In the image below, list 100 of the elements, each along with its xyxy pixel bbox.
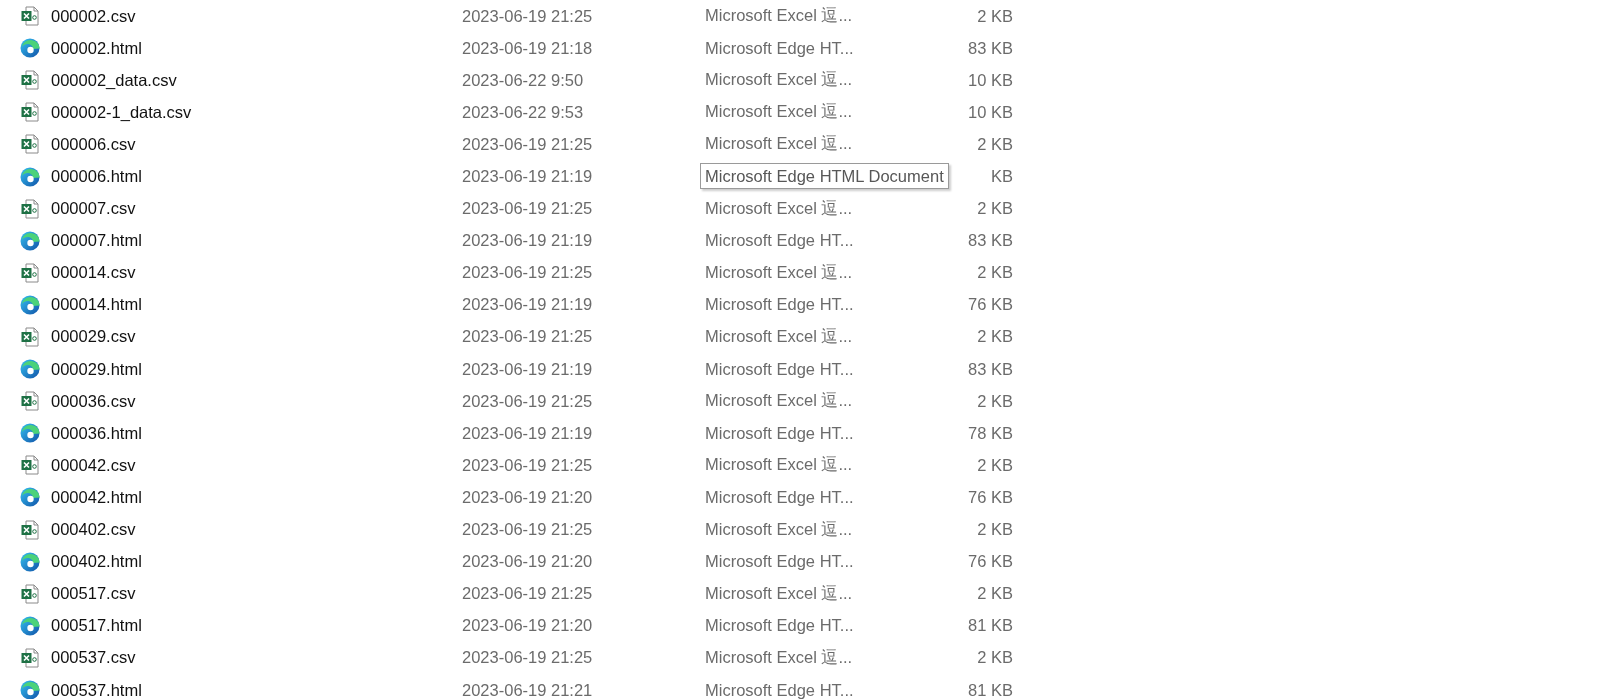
- file-type: Microsoft Edge HT...: [705, 616, 855, 636]
- file-type: Microsoft Excel 逗...: [705, 582, 854, 604]
- modified-date: 2023-06-19 21:25: [462, 455, 594, 475]
- file-type: Microsoft Excel 逗...: [705, 326, 854, 347]
- modified-date: 2023-06-19 21:19: [462, 167, 594, 186]
- spreadsheet-file-icon: [20, 519, 40, 540]
- swirl-icon: [20, 166, 40, 187]
- modified-date: 2023-06-19 21:19: [462, 359, 594, 379]
- file-size: 2 KB: [977, 134, 1013, 154]
- file-name[interactable]: 000042.csv: [51, 455, 453, 475]
- file-name[interactable]: 000002-1_data.csv: [51, 102, 453, 122]
- file-type: Microsoft Excel 逗...: [705, 518, 854, 540]
- spreadsheet-file-icon: [20, 327, 40, 347]
- file-type: Microsoft Edge HT...: [705, 552, 855, 572]
- file-name[interactable]: 000014.csv: [51, 263, 453, 283]
- file-size: 2 KB: [977, 455, 1013, 475]
- file-name[interactable]: 000014.html: [51, 295, 453, 315]
- file-name[interactable]: 000402.csv: [51, 520, 453, 540]
- file-size: 10 KB: [968, 70, 1013, 90]
- spreadsheet-file-icon: [20, 102, 40, 123]
- modified-date: 2023-06-19 21:20: [462, 552, 594, 572]
- file-size: 81 KB: [968, 616, 1013, 636]
- file-type: Microsoft Excel 逗...: [705, 261, 854, 283]
- tooltip: Microsoft Edge HTML Document: [700, 163, 949, 190]
- file-type: Microsoft Excel 逗...: [705, 5, 854, 27]
- file-name[interactable]: 000007.csv: [51, 199, 453, 219]
- modified-date: 2023-06-19 21:25: [462, 6, 594, 26]
- file-type: Microsoft Excel 逗...: [705, 101, 854, 123]
- modified-date: 2023-06-19 21:25: [462, 199, 594, 219]
- file-size: 2 KB: [977, 648, 1013, 668]
- file-type: Microsoft Edge HT...: [705, 680, 855, 699]
- file-name[interactable]: 000002.html: [51, 38, 453, 58]
- file-name[interactable]: 000029.html: [51, 359, 453, 379]
- modified-date: 2023-06-19 21:19: [462, 423, 594, 443]
- file-name[interactable]: 000402.html: [51, 552, 453, 572]
- swirl-icon: [20, 615, 40, 636]
- swirl-icon: [20, 294, 40, 315]
- file-size: 76 KB: [968, 552, 1013, 572]
- file-name[interactable]: 000517.html: [51, 616, 453, 636]
- file-name[interactable]: 000002.csv: [51, 6, 453, 26]
- file-type: Microsoft Excel 逗...: [705, 390, 854, 412]
- file-type: Microsoft Edge HT...: [705, 423, 855, 443]
- file-type: Microsoft Excel 逗...: [705, 646, 854, 668]
- swirl-icon: [20, 423, 40, 444]
- spreadsheet-file-icon: [20, 262, 40, 283]
- file-name[interactable]: 000537.html: [51, 680, 453, 699]
- file-size: 81 KB: [968, 680, 1013, 699]
- file-name[interactable]: 000036.html: [51, 423, 453, 443]
- file-size: 2 KB: [977, 6, 1013, 26]
- modified-date: 2023-06-19 21:19: [462, 295, 594, 315]
- file-size: 2 KB: [977, 391, 1013, 411]
- modified-date: 2023-06-19 21:25: [462, 648, 594, 668]
- file-type: Microsoft Edge HT...: [705, 487, 855, 507]
- spreadsheet-file-icon: [20, 391, 40, 412]
- file-name[interactable]: 000517.csv: [51, 584, 453, 604]
- file-size: 2 KB: [977, 263, 1013, 283]
- file-name[interactable]: 000029.csv: [51, 327, 453, 347]
- modified-date: 2023-06-19 21:21: [462, 680, 594, 699]
- file-size: 2 KB: [977, 327, 1013, 347]
- modified-date: 2023-06-19 21:25: [462, 520, 594, 540]
- file-type: Microsoft Excel 逗...: [705, 69, 854, 91]
- spreadsheet-file-icon: [20, 198, 40, 219]
- spreadsheet-file-icon: [20, 455, 40, 476]
- file-size: 76 KB: [968, 295, 1013, 315]
- modified-date: 2023-06-19 21:25: [462, 327, 594, 347]
- modified-date: 2023-06-19 21:25: [462, 584, 594, 604]
- file-type: Microsoft Edge HT...: [705, 295, 855, 315]
- file-size: 83 KB: [968, 38, 1013, 58]
- modified-date: 2023-06-22 9:50: [462, 70, 585, 90]
- modified-date: 2023-06-19 21:25: [462, 391, 594, 411]
- file-type: Microsoft Edge HT...: [705, 359, 855, 379]
- file-type: Microsoft Edge HT...: [705, 38, 855, 58]
- swirl-icon: [20, 359, 40, 380]
- modified-date: 2023-06-19 21:25: [462, 134, 594, 154]
- file-size: 83 KB: [968, 359, 1013, 379]
- modified-date: 2023-06-22 9:53: [462, 102, 585, 122]
- file-size: 2 KB: [977, 520, 1013, 540]
- file-type: Microsoft Excel 逗...: [705, 133, 854, 155]
- swirl-icon: [20, 230, 40, 251]
- spreadsheet-file-icon: [20, 647, 40, 668]
- file-name[interactable]: 000006.csv: [51, 134, 453, 154]
- swirl-icon: [20, 551, 40, 572]
- file-name[interactable]: 000036.csv: [51, 391, 453, 411]
- file-name[interactable]: 000007.html: [51, 231, 453, 251]
- spreadsheet-file-icon: [20, 6, 40, 27]
- file-name[interactable]: 000042.html: [51, 487, 453, 507]
- file-size: 2 KB: [977, 584, 1013, 604]
- modified-date: 2023-06-19 21:18: [462, 38, 594, 58]
- file-size: 83 KB: [968, 231, 1013, 251]
- file-name[interactable]: 000002_data.csv: [51, 70, 453, 90]
- file-type: Microsoft Edge HT...: [705, 231, 855, 251]
- modified-date: 2023-06-19 21:20: [462, 487, 594, 507]
- file-size: KB: [991, 167, 1013, 186]
- spreadsheet-file-icon: [20, 134, 40, 155]
- spreadsheet-file-icon: [20, 583, 40, 604]
- file-name[interactable]: 000006.html: [51, 167, 453, 186]
- file-name[interactable]: 000537.csv: [51, 648, 453, 668]
- file-size: 76 KB: [968, 487, 1013, 507]
- file-size: 10 KB: [968, 102, 1013, 122]
- file-size: 78 KB: [968, 423, 1013, 443]
